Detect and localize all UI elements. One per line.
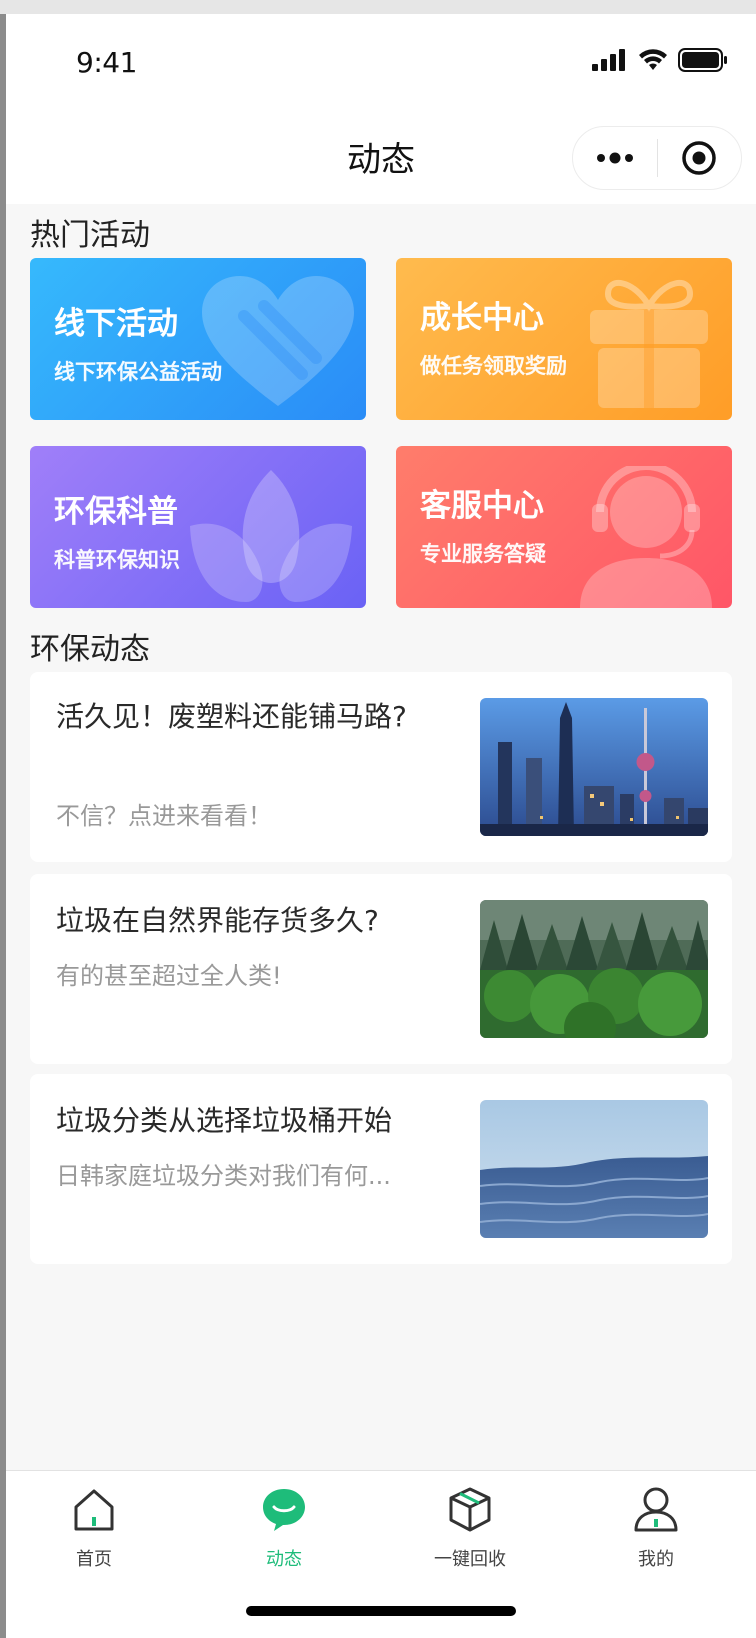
news-thumbnail-city <box>480 698 708 836</box>
news-thumbnail-forest <box>480 900 708 1038</box>
card-title: 成长中心 <box>420 300 544 336</box>
card-title: 环保科普 <box>54 494 178 530</box>
chat-bubble-icon <box>263 1489 305 1531</box>
card-subtitle: 专业服务答疑 <box>420 542 546 566</box>
tab-label: 首页 <box>76 1549 112 1570</box>
tab-label: 我的 <box>638 1549 674 1570</box>
news-subtitle: 有的甚至超过全人类! <box>56 962 282 990</box>
tab-label: 一键回收 <box>434 1549 506 1570</box>
news-title: 垃圾分类从选择垃圾桶开始 <box>56 1104 393 1137</box>
card-customer-service[interactable]: 客服中心 专业服务答疑 <box>396 446 732 608</box>
card-growth-center[interactable]: 成长中心 做任务领取奖励 <box>396 258 732 420</box>
home-indicator[interactable] <box>246 1606 516 1616</box>
target-circle-icon <box>682 141 716 175</box>
news-title: 活久见！废塑料还能铺马路? <box>56 700 407 733</box>
close-miniprogram-button[interactable] <box>658 126 742 190</box>
home-icon <box>74 1489 114 1531</box>
lotus-icon <box>190 470 352 602</box>
news-subtitle: 不信？点进来看看！ <box>56 802 272 830</box>
gift-icon <box>590 280 708 408</box>
card-title: 客服中心 <box>420 488 544 524</box>
card-offline-activity[interactable]: 线下活动 线下环保公益活动 <box>30 258 366 420</box>
box-icon <box>449 1487 491 1532</box>
news-subtitle: 日韩家庭垃圾分类对我们有何... <box>56 1162 391 1190</box>
tab-home[interactable]: 首页 <box>34 1485 154 1575</box>
eco-news-title: 环保动态 <box>30 632 150 667</box>
card-subtitle: 线下环保公益活动 <box>54 360 222 384</box>
headset-agent-icon <box>580 466 712 608</box>
phone-screen: 9:41 动态 热门活动 线下活动 线下环保公益活动 成长中心 做任务领取奖励 … <box>6 14 756 1638</box>
tab-label: 动态 <box>266 1549 302 1570</box>
card-subtitle: 做任务领取奖励 <box>420 354 567 378</box>
news-item[interactable]: 活久见！废塑料还能铺马路? 不信？点进来看看！ <box>30 672 732 862</box>
status-bar: 9:41 <box>6 14 756 114</box>
hot-activities-title: 热门活动 <box>30 218 150 253</box>
nav-bar: 动态 <box>6 114 756 204</box>
heart-icon <box>202 276 354 406</box>
card-subtitle: 科普环保知识 <box>54 548 180 572</box>
tab-mine[interactable]: 我的 <box>596 1485 716 1575</box>
signal-icon <box>592 49 625 71</box>
mini-program-capsule <box>572 126 742 190</box>
card-eco-science[interactable]: 环保科普 科普环保知识 <box>30 446 366 608</box>
tab-recycle[interactable]: 一键回收 <box>410 1485 530 1575</box>
battery-icon <box>678 48 727 72</box>
news-thumbnail-ocean <box>480 1100 708 1238</box>
tab-dynamics[interactable]: 动态 <box>224 1485 344 1575</box>
news-item[interactable]: 垃圾在自然界能存货多久? 有的甚至超过全人类! <box>30 874 732 1064</box>
wifi-icon <box>639 49 667 70</box>
card-title: 线下活动 <box>54 306 178 342</box>
news-item[interactable]: 垃圾分类从选择垃圾桶开始 日韩家庭垃圾分类对我们有何... <box>30 1074 732 1264</box>
status-icons <box>592 48 728 72</box>
more-dots-icon <box>596 152 633 164</box>
status-time: 9:41 <box>76 46 137 79</box>
user-icon <box>634 1487 678 1532</box>
more-button[interactable] <box>573 126 657 190</box>
news-title: 垃圾在自然界能存货多久? <box>56 904 379 937</box>
